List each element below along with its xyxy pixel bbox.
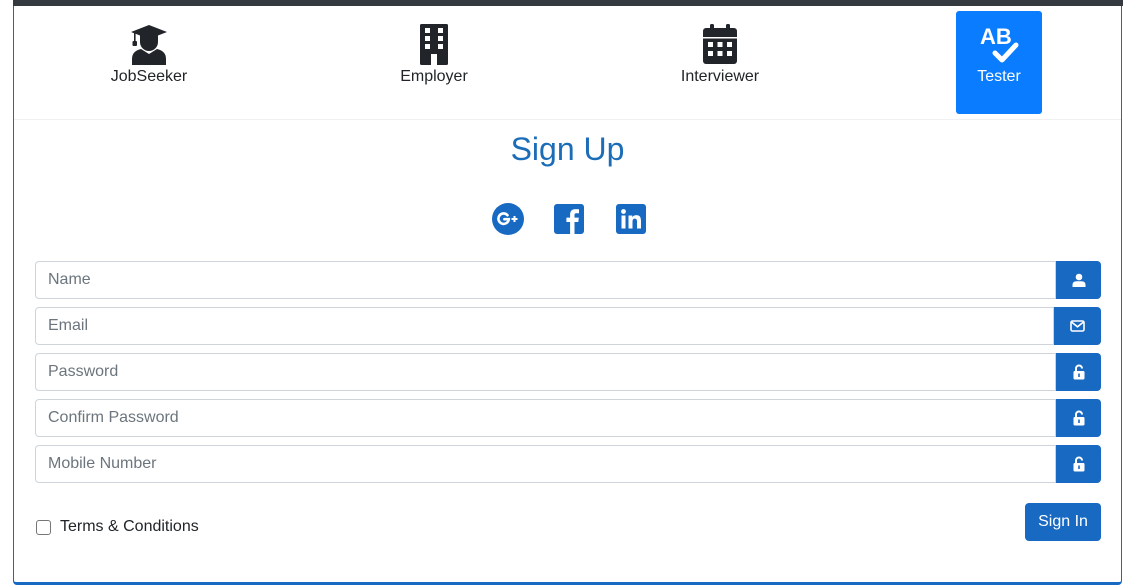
role-label: Tester — [977, 68, 1021, 85]
facebook-icon[interactable] — [554, 204, 584, 234]
graduate-icon — [131, 25, 167, 65]
mobile-addon — [1056, 445, 1101, 483]
role-tab-employer[interactable]: Employer — [391, 11, 477, 114]
name-input[interactable] — [35, 261, 1056, 299]
role-tab-tester[interactable]: AB Tester — [956, 11, 1042, 114]
sign-in-button[interactable]: Sign In — [1025, 503, 1101, 541]
confirm-password-addon — [1056, 399, 1101, 437]
unlock-icon — [1073, 410, 1084, 426]
role-label: JobSeeker — [110, 68, 188, 85]
password-input[interactable] — [35, 353, 1056, 391]
mobile-field — [35, 445, 1101, 483]
signup-card: JobSeeker Employer Interviewer AB Tester… — [13, 6, 1122, 585]
name-addon — [1056, 261, 1101, 299]
user-icon — [1072, 273, 1085, 287]
svg-text:AB: AB — [980, 24, 1012, 49]
role-label: Interviewer — [680, 68, 760, 85]
ab-testing-check-icon: AB — [980, 24, 1019, 63]
terms-checkbox[interactable] — [36, 519, 51, 535]
email-field — [35, 307, 1101, 345]
terms-label[interactable]: Terms & Conditions — [60, 518, 199, 536]
unlock-icon — [1073, 364, 1084, 380]
confirm-password-input[interactable] — [35, 399, 1056, 437]
calendar-icon — [703, 24, 737, 64]
email-addon — [1054, 307, 1101, 345]
page-title: Sign Up — [510, 131, 625, 167]
role-tab-interviewer[interactable]: Interviewer — [677, 11, 763, 114]
envelope-icon — [1070, 320, 1085, 332]
google-plus-icon[interactable] — [492, 203, 524, 235]
password-field — [35, 353, 1101, 391]
password-addon — [1056, 353, 1101, 391]
linkedin-icon[interactable] — [616, 204, 646, 234]
unlock-icon — [1073, 456, 1084, 472]
building-icon — [420, 24, 448, 65]
name-field — [35, 261, 1101, 299]
role-selector: JobSeeker Employer Interviewer AB Tester — [14, 6, 1121, 120]
mobile-input[interactable] — [35, 445, 1056, 483]
role-tab-jobseeker[interactable]: JobSeeker — [106, 11, 192, 114]
email-input[interactable] — [35, 307, 1054, 345]
terms-row: Terms & Conditions — [36, 516, 199, 538]
role-label: Employer — [400, 68, 468, 85]
confirm-password-field — [35, 399, 1101, 437]
